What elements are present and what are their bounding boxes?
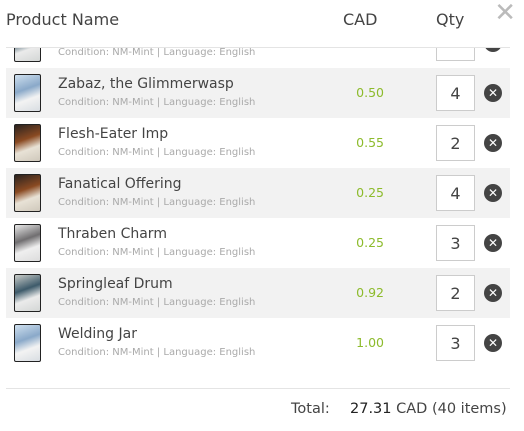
table-row: Welding Jar Condition: NM-Mint | Languag… [6,318,510,368]
quantity-input[interactable] [436,175,475,211]
remove-icon[interactable]: ✕ [484,334,502,352]
item-condition: Condition: NM-Mint | Language: English [58,247,256,258]
divider [6,388,510,389]
item-price: 0.25 [356,235,384,250]
item-price: 0.25 [356,185,384,200]
item-name[interactable]: Springleaf Drum [58,276,173,292]
remove-icon[interactable]: ✕ [484,48,502,52]
total-value: 27.31 CAD (40 items) [350,401,507,417]
item-name[interactable]: Zabaz, the Glimmerwasp [58,76,234,92]
item-condition: Condition: NM-Mint | Language: English [58,97,256,108]
card-thumbnail [14,124,41,162]
item-name[interactable]: Fanatical Offering [58,176,181,192]
item-price: 1.00 [356,335,384,350]
item-condition: Condition: NM-Mint | Language: English [58,147,256,158]
item-condition: Condition: NM-Mint | Language: English [58,297,256,308]
remove-icon[interactable]: ✕ [484,284,502,302]
card-thumbnail [14,74,41,112]
card-thumbnail [14,224,41,262]
item-name[interactable]: Welding Jar [58,326,137,342]
remove-icon[interactable]: ✕ [484,134,502,152]
table-row: Zabaz, the Glimmerwasp Condition: NM-Min… [6,68,510,118]
card-thumbnail [14,324,41,362]
table-row: Springleaf Drum Condition: NM-Mint | Lan… [6,268,510,318]
total-label: Total: [291,401,330,417]
item-condition: Condition: NM-Mint | Language: English [58,197,256,208]
item-price: 0.92 [356,285,384,300]
table-header: Product Name CAD Qty [6,10,510,47]
item-name[interactable]: Flesh-Eater Imp [58,126,168,142]
quantity-input[interactable] [436,48,475,61]
item-price: 0.50 [356,85,384,100]
table-row: Condition: NM-Mint | Language: English ✕ [6,48,510,68]
card-thumbnail [14,48,41,62]
quantity-input[interactable] [436,275,475,311]
qty-header: Qty [436,10,465,29]
remove-icon[interactable]: ✕ [484,184,502,202]
card-thumbnail [14,274,41,312]
quantity-input[interactable] [436,325,475,361]
cad-header: CAD [343,10,378,29]
card-thumbnail [14,174,41,212]
item-price: 0.55 [356,135,384,150]
remove-icon[interactable]: ✕ [484,234,502,252]
total-amount: 27.31 [350,401,392,417]
item-name[interactable]: Thraben Charm [58,226,167,242]
table-row: Fanatical Offering Condition: NM-Mint | … [6,168,510,218]
product-name-header: Product Name [6,10,120,29]
quantity-input[interactable] [436,225,475,261]
quantity-input[interactable] [436,75,475,111]
item-condition: Condition: NM-Mint | Language: English [58,48,256,58]
quantity-input[interactable] [436,125,475,161]
cart-list[interactable]: Condition: NM-Mint | Language: English ✕… [6,48,510,380]
table-row: Thraben Charm Condition: NM-Mint | Langu… [6,218,510,268]
remove-icon[interactable]: ✕ [484,84,502,102]
item-condition: Condition: NM-Mint | Language: English [58,347,256,358]
total-suffix: CAD (40 items) [396,401,507,417]
table-row: Flesh-Eater Imp Condition: NM-Mint | Lan… [6,118,510,168]
